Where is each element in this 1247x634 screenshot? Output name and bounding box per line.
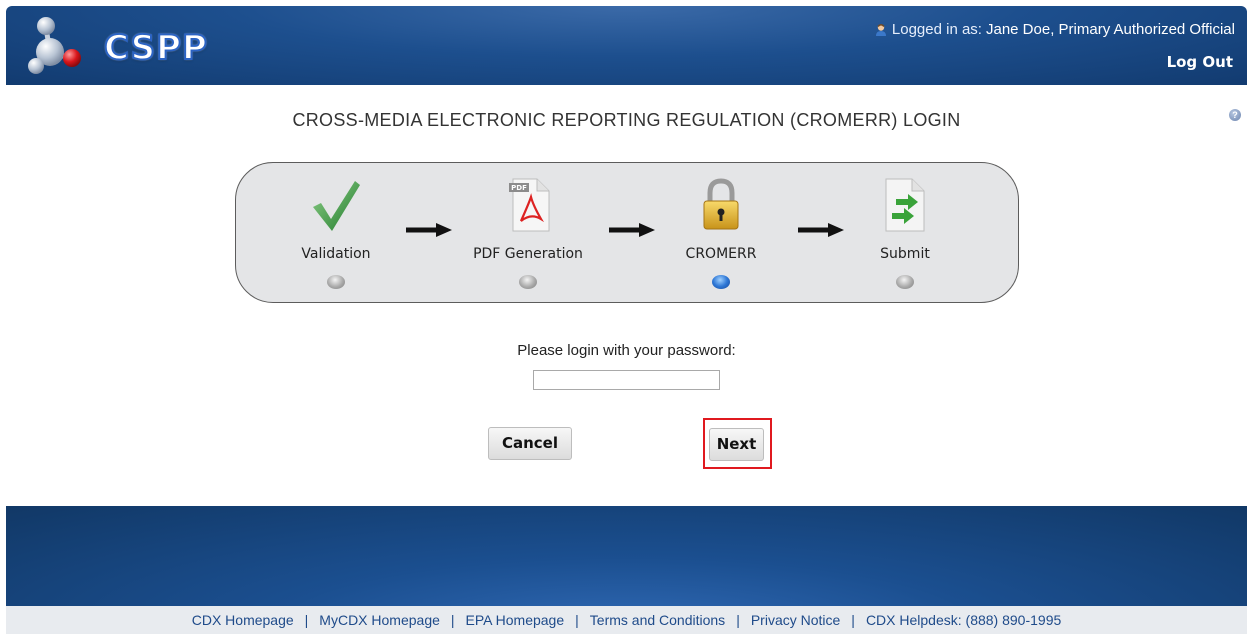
checkmark-icon	[313, 181, 360, 231]
molecule-logo-icon	[28, 17, 81, 74]
footer-link-mycdx-homepage[interactable]: MyCDX Homepage	[319, 612, 440, 628]
pdf-file-icon: PDF	[509, 178, 550, 232]
progress-steps: Validation PDF PDF Generation CROMERR Su…	[235, 162, 1019, 303]
step-cromerr: CROMERR	[651, 163, 791, 304]
cspp-logo[interactable]: CSPP	[24, 14, 208, 74]
arrow-icon	[609, 223, 655, 237]
footer-link-epa-homepage[interactable]: EPA Homepage	[466, 612, 565, 628]
footer-link-cdx-homepage[interactable]: CDX Homepage	[192, 612, 294, 628]
password-input[interactable]	[533, 370, 720, 390]
footer-link-privacy[interactable]: Privacy Notice	[751, 612, 840, 628]
logout-link[interactable]: Log Out	[1167, 53, 1233, 71]
step-indicator-active	[712, 275, 730, 289]
step-indicator	[327, 275, 345, 289]
footer-separator: |	[851, 612, 855, 628]
logged-in-prefix: Logged in as:	[891, 21, 982, 38]
submit-document-icon	[885, 178, 925, 232]
footer-banner	[6, 506, 1247, 606]
next-button[interactable]: Next	[709, 428, 764, 461]
header-bar: CSPP Logged in as: Jane Doe, Primary Aut…	[6, 6, 1247, 85]
user-icon	[875, 23, 886, 36]
footer-link-helpdesk[interactable]: CDX Helpdesk: (888) 890-1995	[866, 612, 1061, 628]
step-label: Validation	[301, 246, 371, 262]
footer-separator: |	[575, 612, 579, 628]
logged-in-user: Jane Doe, Primary Authorized Official	[985, 21, 1235, 38]
lock-icon	[703, 178, 739, 230]
svg-text:PDF: PDF	[511, 184, 527, 192]
step-pdf-generation: PDF PDF Generation	[458, 163, 598, 304]
step-label: PDF Generation	[473, 246, 583, 262]
step-submit: Submit	[835, 163, 975, 304]
step-label: Submit	[880, 246, 930, 262]
footer-separator: |	[450, 612, 455, 628]
step-validation: Validation	[266, 163, 406, 304]
logged-in-status: Logged in as: Jane Doe, Primary Authoriz…	[874, 21, 1235, 38]
arrow-icon	[406, 223, 452, 237]
footer-separator: |	[736, 612, 740, 628]
footer-links: CDX Homepage | MyCDX Homepage | EPA Home…	[6, 606, 1247, 634]
step-label: CROMERR	[685, 246, 757, 262]
step-indicator	[519, 275, 537, 289]
login-prompt: Please login with your password:	[517, 342, 736, 359]
step-indicator	[896, 275, 914, 289]
app-name: CSPP	[103, 27, 208, 69]
page-title: CROSS-MEDIA ELECTRONIC REPORTING REGULAT…	[292, 110, 961, 130]
cancel-button[interactable]: Cancel	[488, 427, 572, 460]
footer-separator: |	[304, 612, 309, 628]
footer-link-terms[interactable]: Terms and Conditions	[590, 612, 725, 628]
app-frame: CSPP Logged in as: Jane Doe, Primary Aut…	[6, 6, 1247, 634]
